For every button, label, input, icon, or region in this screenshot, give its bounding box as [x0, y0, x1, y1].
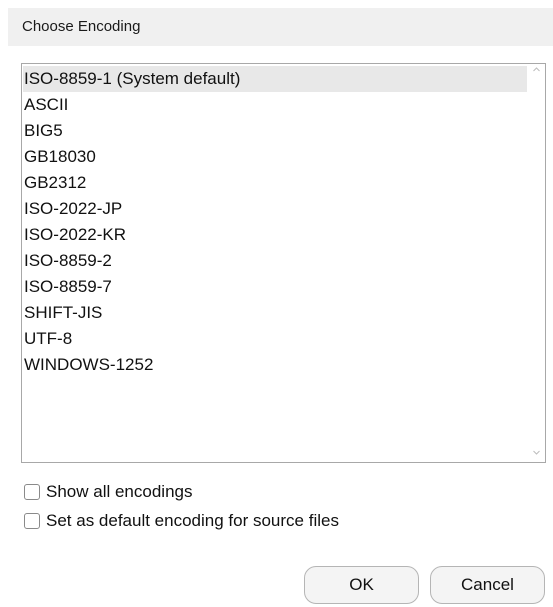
dialog-title: Choose Encoding	[8, 8, 553, 46]
list-scrollbar[interactable]	[529, 64, 545, 462]
encoding-list-item[interactable]: BIG5	[23, 118, 527, 144]
encoding-list-item[interactable]: UTF-8	[23, 326, 527, 352]
show-all-encodings-label[interactable]: Show all encodings	[46, 482, 192, 502]
cancel-button[interactable]: Cancel	[430, 566, 545, 604]
ok-button[interactable]: OK	[304, 566, 419, 604]
chevron-down-icon[interactable]	[533, 449, 540, 456]
encoding-list-item[interactable]: WINDOWS-1252	[23, 352, 527, 378]
encoding-list-item[interactable]: GB2312	[23, 170, 527, 196]
encoding-list-item[interactable]: GB18030	[23, 144, 527, 170]
set-default-encoding-label[interactable]: Set as default encoding for source files	[46, 511, 339, 531]
encoding-list-item[interactable]: ASCII	[23, 92, 527, 118]
choose-encoding-dialog: Choose Encoding ISO-8859-1 (System defau…	[0, 0, 553, 607]
encoding-list-item[interactable]: ISO-8859-7	[23, 274, 527, 300]
show-all-encodings-checkbox[interactable]	[24, 484, 40, 500]
set-default-encoding-option[interactable]: Set as default encoding for source files	[24, 510, 339, 532]
encoding-list-items: ISO-8859-1 (System default) ASCII BIG5 G…	[23, 66, 527, 378]
show-all-encodings-option[interactable]: Show all encodings	[24, 481, 192, 503]
encoding-list-item[interactable]: ISO-2022-JP	[23, 196, 527, 222]
encoding-list-item[interactable]: ISO-8859-1 (System default)	[23, 66, 527, 92]
encoding-list-item[interactable]: SHIFT-JIS	[23, 300, 527, 326]
set-default-encoding-checkbox[interactable]	[24, 513, 40, 529]
encoding-list[interactable]: ISO-8859-1 (System default) ASCII BIG5 G…	[21, 63, 546, 463]
chevron-up-icon[interactable]	[533, 66, 540, 73]
encoding-list-item[interactable]: ISO-8859-2	[23, 248, 527, 274]
encoding-list-item[interactable]: ISO-2022-KR	[23, 222, 527, 248]
